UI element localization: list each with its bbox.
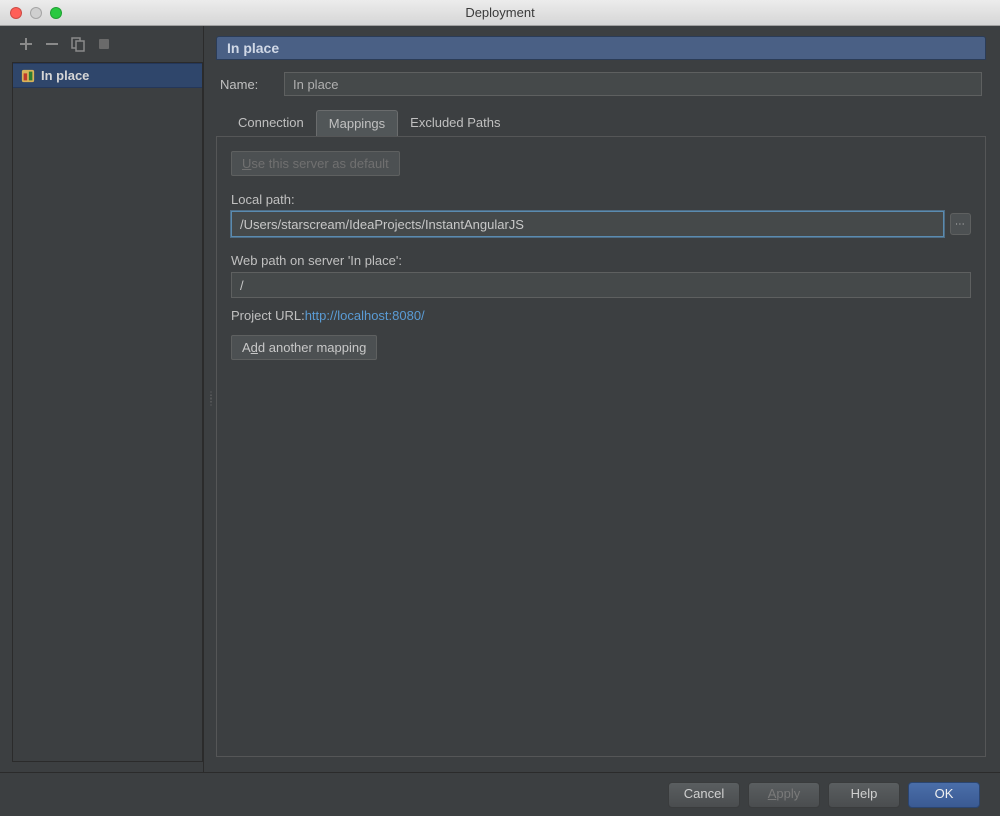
add-server-icon[interactable]	[18, 36, 34, 52]
panel-header-title: In place	[227, 40, 279, 56]
project-url-label: Project URL:	[231, 308, 305, 323]
dialog-button-bar: Cancel Apply Help OK	[0, 772, 1000, 816]
server-item-label: In place	[41, 68, 89, 83]
zoom-window-button[interactable]	[50, 7, 62, 19]
server-list[interactable]: In place	[12, 62, 203, 762]
more-server-icon[interactable]	[96, 36, 112, 52]
panel-splitter[interactable]: ⋮⋮⋮	[204, 26, 216, 772]
server-item-in-place[interactable]: In place	[13, 63, 202, 88]
window-titlebar: Deployment	[0, 0, 1000, 26]
project-url-link[interactable]: http://localhost:8080/	[305, 308, 425, 323]
project-url-row: Project URL:http://localhost:8080/	[231, 308, 971, 323]
server-type-icon	[21, 69, 35, 83]
remove-server-icon[interactable]	[44, 36, 60, 52]
web-path-label: Web path on server 'In place':	[231, 253, 971, 268]
tab-excluded-paths[interactable]: Excluded Paths	[398, 110, 512, 136]
tab-connection[interactable]: Connection	[226, 110, 316, 136]
local-path-input[interactable]	[231, 211, 944, 237]
minimize-window-button[interactable]	[30, 7, 42, 19]
tabs: Connection Mappings Excluded Paths	[216, 110, 986, 137]
help-button[interactable]: Help	[828, 782, 900, 808]
browse-local-path-button[interactable]: ⋯	[950, 213, 971, 235]
add-mapping-button[interactable]: Add another mapping	[231, 335, 377, 360]
panel-header: In place	[216, 36, 986, 60]
tab-content-mappings: Use this server as default Local path: ⋯…	[216, 137, 986, 757]
apply-button: Apply	[748, 782, 820, 808]
name-label: Name:	[220, 77, 274, 92]
window-title: Deployment	[0, 5, 1000, 20]
dialog-body: In place ⋮⋮⋮ In place Name: Connection M…	[0, 26, 1000, 772]
close-window-button[interactable]	[10, 7, 22, 19]
tab-mappings[interactable]: Mappings	[316, 110, 398, 136]
copy-server-icon[interactable]	[70, 36, 86, 52]
local-path-label: Local path:	[231, 192, 971, 207]
name-row: Name:	[216, 72, 986, 96]
server-toolbar	[12, 36, 203, 62]
traffic-lights	[10, 7, 62, 19]
left-panel: In place	[0, 26, 204, 772]
cancel-button[interactable]: Cancel	[668, 782, 740, 808]
local-path-row: ⋯	[231, 211, 971, 237]
right-panel: In place Name: Connection Mappings Exclu…	[216, 26, 1000, 772]
name-input[interactable]	[284, 72, 982, 96]
use-as-default-button: Use this server as default	[231, 151, 400, 176]
ok-button[interactable]: OK	[908, 782, 980, 808]
web-path-input[interactable]	[231, 272, 971, 298]
